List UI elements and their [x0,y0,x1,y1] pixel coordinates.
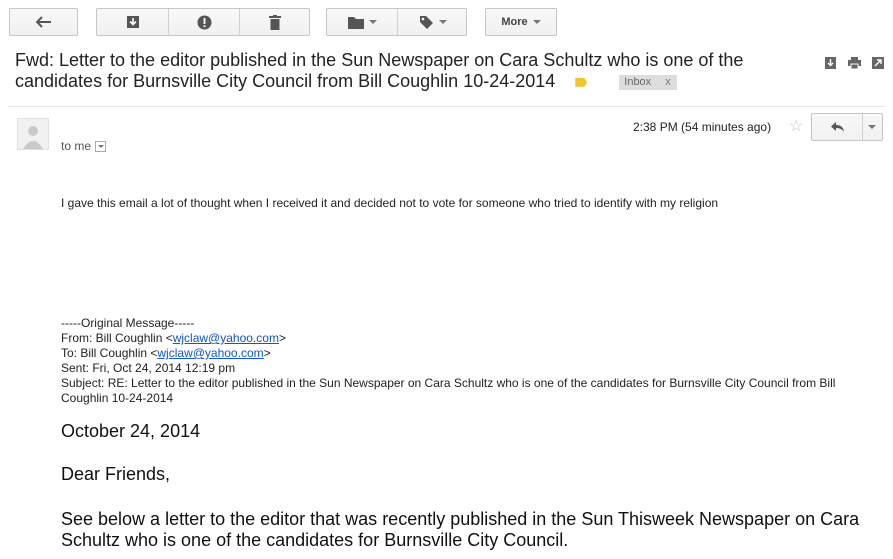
print-icon[interactable] [848,57,861,69]
inbox-label: Inbox [624,75,652,88]
labels-button[interactable] [397,9,467,35]
recipient-text: to me [61,139,92,153]
from-email-link[interactable]: wjclaw@yahoo.com [173,331,279,345]
more-label: More [501,16,528,28]
more-actions-button[interactable] [862,114,882,140]
more-button[interactable]: More [485,8,557,36]
to-email-link[interactable]: wjclaw@yahoo.com [157,346,263,360]
chevron-down-icon [532,20,541,24]
message-timestamp: 2:38 PM (54 minutes ago) [633,120,772,134]
important-marker-icon[interactable] [575,77,588,87]
original-sent-line: Sent: Fri, Oct 24, 2014 12:19 pm [61,361,236,375]
report-spam-button[interactable] [168,9,240,35]
folder-icon [347,16,364,29]
avatar [17,118,49,150]
recipient-line: to me [61,139,107,153]
move-to-button[interactable] [327,9,397,35]
show-details-button[interactable] [95,140,107,152]
original-message-header: -----Original Message----- [61,316,195,330]
move-label-button-group [326,8,467,36]
email-subject: Fwd: Letter to the editor published in t… [15,50,820,92]
reply-button[interactable] [812,114,863,140]
delete-icon [269,14,281,30]
letter-paragraph: See below a letter to the editor that wa… [61,509,860,550]
action-button-group [96,8,310,36]
reply-icon [830,122,844,132]
chevron-down-icon [368,20,377,24]
chevron-down-icon [868,125,876,129]
archive-button[interactable] [97,9,168,35]
header-divider [8,106,885,107]
letter-greeting: Dear Friends, [61,464,171,484]
delete-button[interactable] [239,9,310,35]
chevron-down-icon [438,20,447,24]
chevron-down-icon [97,144,104,148]
label-icon [419,15,433,29]
new-window-icon[interactable] [872,57,884,69]
original-message-block: -----Original Message----- From: Bill Co… [61,316,881,406]
report-spam-icon [197,15,212,29]
inbox-label-chip: Inbox x [619,74,677,90]
back-button[interactable] [9,8,78,36]
reply-button-group [811,113,883,141]
remove-label-button[interactable]: x [665,76,671,88]
original-to-line: To: Bill Coughlin <wjclaw@yahoo.com> [61,346,271,360]
back-arrow-icon [35,16,51,28]
message-body-text: I gave this email a lot of thought when … [61,196,719,210]
star-icon[interactable]: ☆ [789,116,803,136]
expand-all-icon[interactable] [825,57,836,69]
letter-date: October 24, 2014 [61,421,201,441]
original-from-line: From: Bill Coughlin <wjclaw@yahoo.com> [61,331,286,345]
archive-icon [126,16,139,28]
original-subject-line: Subject: RE: Letter to the editor publis… [61,376,836,405]
